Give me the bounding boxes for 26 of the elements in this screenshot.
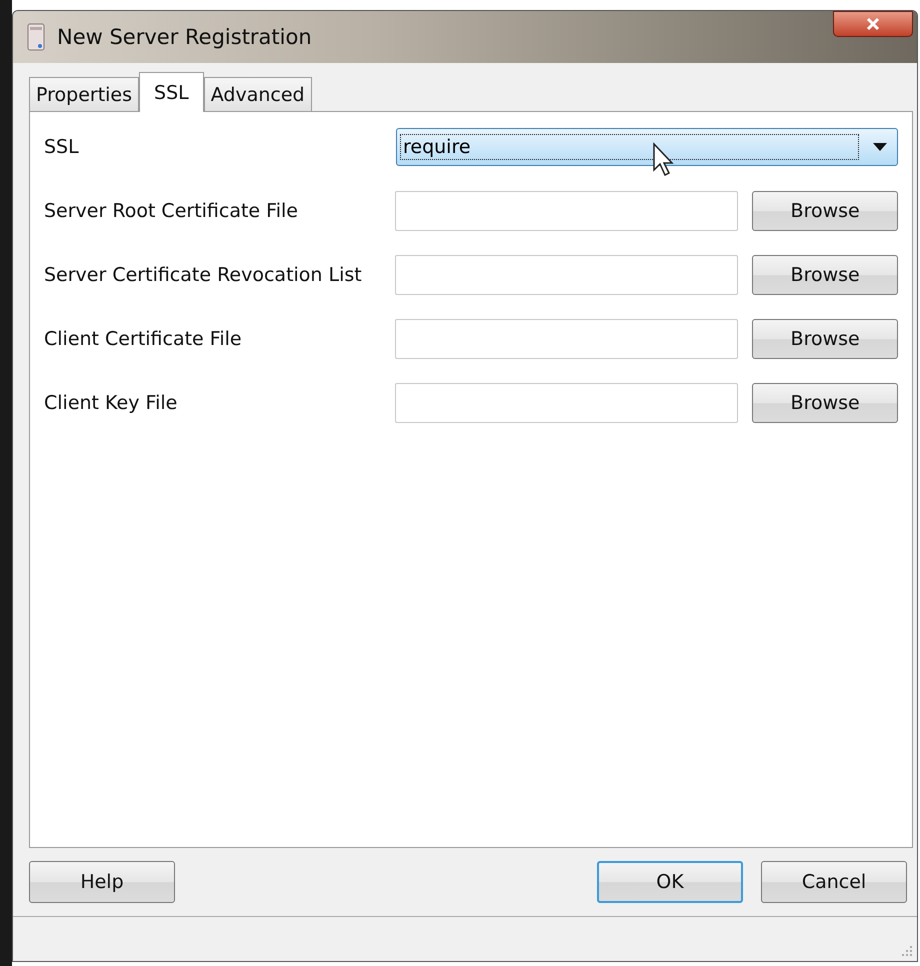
server-icon (27, 23, 45, 51)
tab[interactable]: SSL (139, 72, 204, 112)
resize-grip-icon (901, 945, 913, 957)
file-path-field[interactable] (395, 255, 738, 295)
tab[interactable]: Properties (29, 77, 140, 111)
field-label: SSL (44, 136, 80, 158)
close-icon (865, 16, 881, 32)
field-label: Server Certificate Revocation List (44, 264, 363, 286)
tab[interactable]: Advanced (204, 77, 312, 111)
ssl-dropdown[interactable]: require (396, 128, 898, 166)
field-label: Server Root Certificate File (44, 200, 299, 222)
close-button[interactable] (833, 11, 913, 37)
browse-button[interactable]: Browse (752, 191, 898, 231)
file-path-field[interactable] (395, 191, 738, 231)
ok-button[interactable]: OK (597, 861, 743, 903)
dropdown-arrow-icon (873, 143, 887, 151)
field-label: Client Key File (44, 392, 178, 414)
help-button[interactable]: Help (29, 861, 175, 903)
field-label: Client Certificate File (44, 328, 243, 350)
file-path-field[interactable] (395, 383, 738, 423)
cancel-button[interactable]: Cancel (761, 861, 907, 903)
browse-button[interactable]: Browse (752, 319, 898, 359)
browse-button[interactable]: Browse (752, 255, 898, 295)
file-path-field[interactable] (395, 319, 738, 359)
browse-button[interactable]: Browse (752, 383, 898, 423)
window-title: New Server Registration (57, 25, 312, 49)
